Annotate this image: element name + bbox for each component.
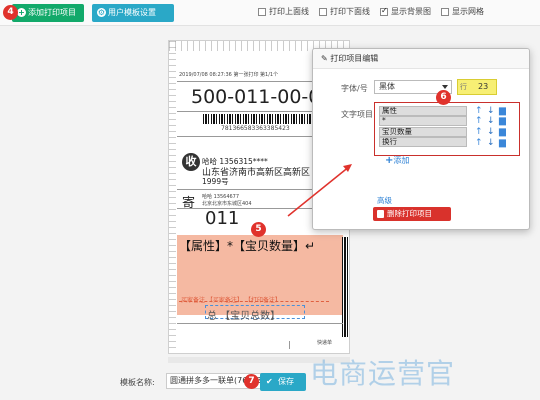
template-name-label: 模板名称: <box>120 378 155 387</box>
save-button[interactable]: 保存 <box>260 373 306 391</box>
watermark: 电商运营官 <box>310 357 456 390</box>
step-badge-7: 7 <box>244 374 259 389</box>
pointer-arrow <box>287 164 352 217</box>
